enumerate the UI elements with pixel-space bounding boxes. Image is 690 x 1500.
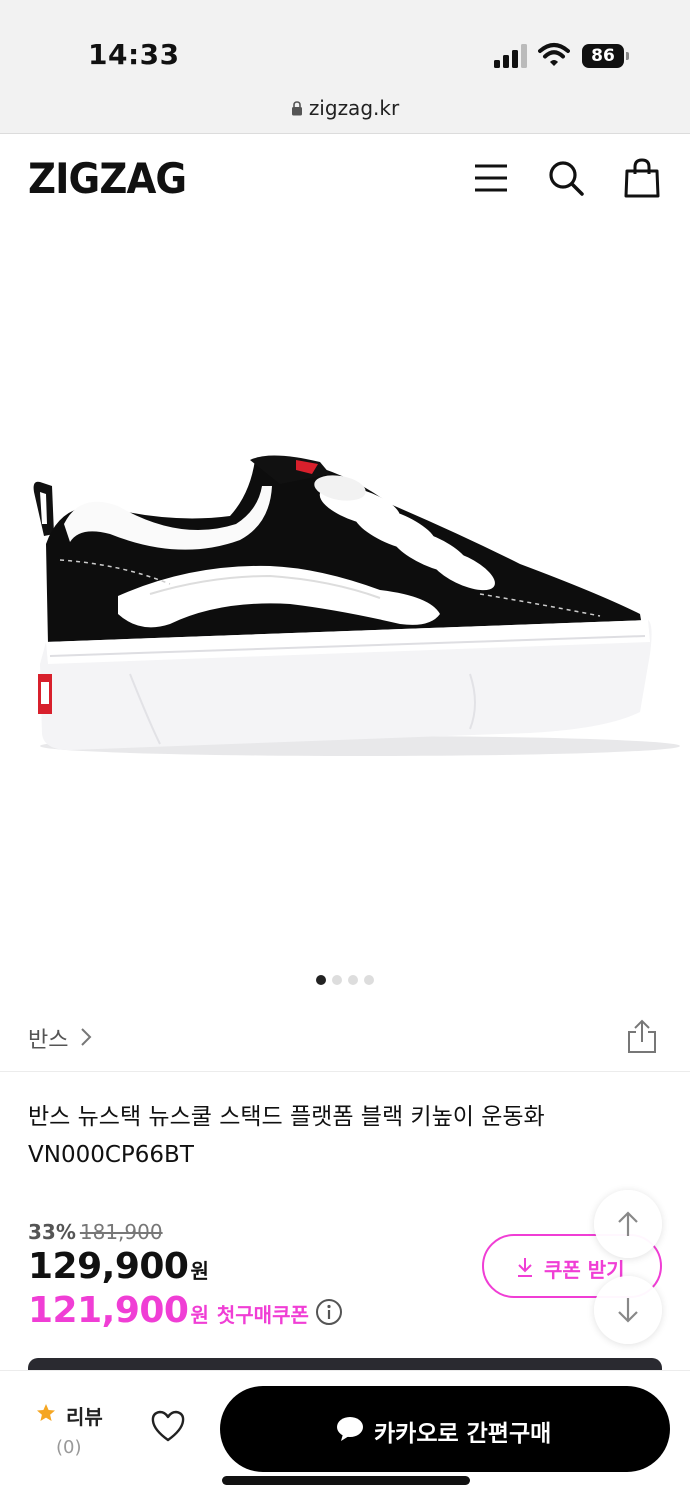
share-icon[interactable] [626,1018,658,1054]
status-time: 14:33 [88,38,180,71]
kakao-buy-button[interactable]: 카카오로 간편구매 [220,1386,670,1472]
battery-level: 86 [582,44,624,68]
menu-icon[interactable] [470,158,510,198]
sale-currency: 원 [190,1259,209,1283]
original-price: 181,900 [79,1220,163,1244]
coupon-label: 첫구매쿠폰 [216,1303,309,1327]
browser-chrome: 14:33 86 zigzag.kr [0,0,690,134]
battery-tip [626,52,629,60]
discount-row: 33% 181,900 [28,1220,163,1244]
arrow-down-icon [618,1298,638,1323]
signal-icon [494,44,527,68]
coupon-price: 121,900 [28,1290,189,1331]
scroll-top-button[interactable] [594,1190,662,1258]
carousel-pagination [0,970,690,989]
chevron-right-icon [81,1028,92,1046]
lock-icon [291,101,302,116]
heart-icon[interactable] [150,1409,186,1443]
discount-rate: 33% [28,1220,76,1244]
carousel-dot[interactable] [348,975,358,985]
wifi-icon [538,43,570,66]
sale-price-row: 129,900 원 [28,1246,209,1287]
star-icon [37,1404,55,1421]
home-indicator [222,1476,470,1485]
search-icon[interactable] [546,158,586,198]
sale-price: 129,900 [28,1246,189,1287]
address-bar[interactable]: zigzag.kr [0,96,690,120]
url-text: zigzag.kr [308,96,400,120]
carousel-dot[interactable] [332,975,342,985]
review-count: (0) [56,1437,82,1458]
shopping-bag-icon[interactable] [622,158,662,198]
sneaker-illustration [33,455,680,756]
brand-link[interactable]: 반스 [28,1022,68,1054]
kakao-buy-label: 카카오로 간편구매 [374,1421,552,1447]
battery-indicator: 86 [582,44,630,68]
product-image[interactable] [0,224,690,964]
arrow-up-icon [618,1211,638,1236]
zigzag-logo[interactable]: ZIGZAG [28,154,187,203]
download-icon [518,1258,532,1277]
scroll-bottom-button[interactable] [594,1276,662,1344]
coupon-currency: 원 [190,1303,209,1327]
carousel-dot[interactable] [364,975,374,985]
chat-bubble-icon [337,1417,363,1441]
carousel-dot[interactable] [316,975,326,985]
brand-row: 반스 [0,1010,690,1072]
coupon-price-row: 121,900 원 첫구매쿠폰 [28,1290,343,1331]
site-header: ZIGZAG [0,134,690,224]
info-icon[interactable] [315,1298,343,1326]
product-title: 반스 뉴스택 뉴스쿨 스택드 플랫폼 블랙 키높이 운동화 VN000CP66B… [28,1104,545,1168]
review-label: 리뷰 [66,1405,103,1429]
